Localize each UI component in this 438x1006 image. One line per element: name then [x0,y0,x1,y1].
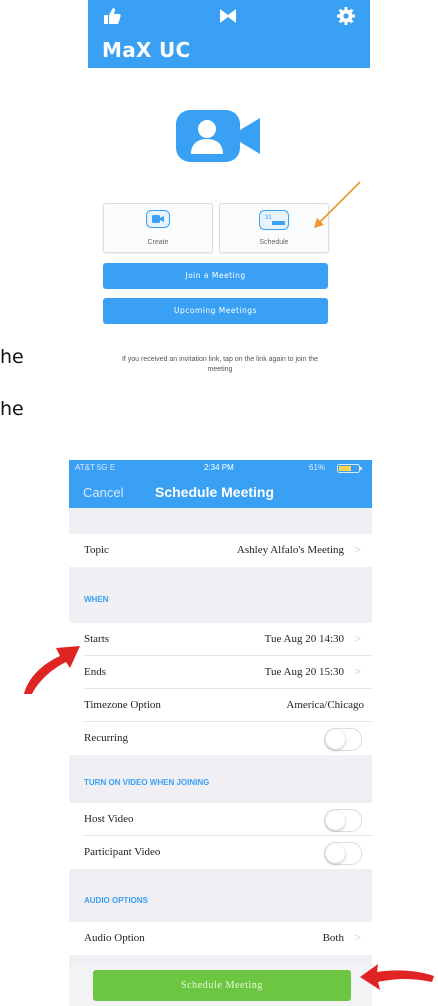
schedule-meeting-button[interactable]: Schedule Meeting [93,970,351,1001]
invite-instructions: If you received an invitation link, tap … [121,356,319,373]
topic-label: Topic [84,544,109,556]
timezone-value: America/Chicago [286,699,364,711]
bottom-action-bar: Schedule Meeting [69,966,372,1006]
thumbs-up-icon[interactable] [102,6,122,26]
page-title: Schedule Meeting [155,484,275,500]
participant-video-row: Participant Video [69,836,372,869]
participant-video-label: Participant Video [84,846,161,858]
timezone-row[interactable]: Timezone Option America/Chicago [69,689,372,722]
chevron-right-icon: > [354,633,361,645]
carrier-label: AT&T 5G E [75,463,116,472]
participant-video-toggle[interactable] [324,842,362,865]
chevron-right-icon: > [354,666,361,678]
clipped-text-fragment: he [0,398,24,420]
camera-icon [146,210,170,228]
cancel-button[interactable]: Cancel [83,485,123,500]
clipped-text-fragment: he [0,346,24,368]
audio-option-row[interactable]: Audio Option Both > [69,922,372,955]
video-camera-icon [176,110,260,162]
ends-row[interactable]: Ends Tue Aug 20 15:30 > [69,656,372,689]
join-meeting-button[interactable]: Join a Meeting [103,263,328,289]
starts-row[interactable]: Starts Tue Aug 20 14:30 > [69,623,372,656]
schedule-label: Schedule [259,239,289,246]
audio-option-value: Both [322,932,344,944]
battery-icon [337,464,362,473]
nav-bar: Cancel Schedule Meeting [69,476,372,508]
gear-icon[interactable] [336,6,356,26]
video-section-header: TURN ON VIDEO WHEN JOINING [84,778,210,787]
ends-value: Tue Aug 20 15:30 [264,666,344,678]
host-video-row: Host Video [69,803,372,836]
audio-option-label: Audio Option [84,932,145,944]
when-section-header: WHEN [84,595,109,604]
topic-value: Ashley Alfalo's Meeting [236,544,344,556]
battery-label: 61% [309,463,326,472]
red-arrow-annotation-icon [24,646,80,694]
recurring-label: Recurring [84,732,128,744]
clock: 2:34 PM [204,463,234,472]
topic-row[interactable]: Topic Ashley Alfalo's Meeting > [69,534,372,567]
starts-label: Starts [84,633,110,645]
arrow-annotation-icon [314,181,361,228]
audio-section-header: AUDIO OPTIONS [84,896,149,905]
schedule-meeting-screen: AT&T 5G E 2:34 PM 61% Cancel Schedule Me… [69,460,372,1006]
app-title: MaX UC [102,38,191,62]
calendar-icon: 31 [259,210,289,230]
create-meeting-tile[interactable]: Create [103,203,213,253]
host-video-label: Host Video [84,813,134,825]
app-header: MaX UC [88,0,370,68]
bowtie-icon[interactable] [218,6,238,26]
recurring-toggle[interactable] [324,728,362,751]
red-arrow-annotation-icon [360,964,434,990]
upcoming-meetings-button[interactable]: Upcoming Meetings [103,298,328,324]
calendar-day: 31 [265,215,272,221]
chevron-right-icon: > [354,932,361,944]
chevron-right-icon: > [354,544,361,556]
ends-label: Ends [84,666,106,678]
status-bar: AT&T 5G E 2:34 PM 61% [69,460,372,476]
host-video-toggle[interactable] [324,809,362,832]
create-label: Create [147,239,169,246]
recurring-row: Recurring [69,722,372,755]
timezone-label: Timezone Option [84,699,161,711]
starts-value: Tue Aug 20 14:30 [264,633,344,645]
